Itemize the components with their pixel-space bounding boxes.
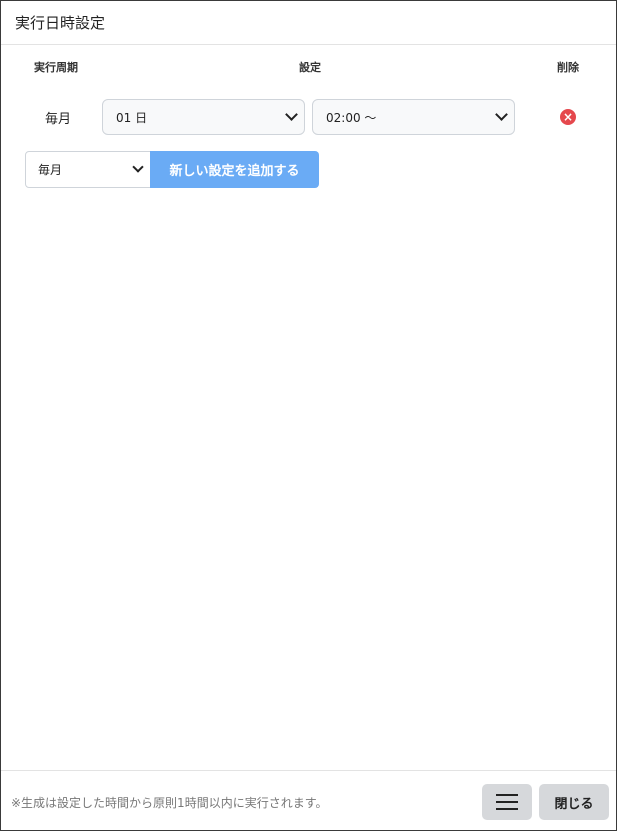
chevron-down-icon bbox=[132, 161, 144, 173]
header-period: 実行周期 bbox=[34, 61, 78, 74]
schedule-dialog: 実行日時設定 実行周期 設定 削除 毎月 01 日 02:00 ～ × 毎月 新… bbox=[0, 0, 617, 831]
header-delete: 削除 bbox=[557, 61, 579, 74]
day-select-value: 01 日 bbox=[116, 110, 148, 125]
dialog-header: 実行日時設定 bbox=[1, 1, 616, 45]
time-select-value: 02:00 ～ bbox=[326, 110, 377, 125]
header-setting: 設定 bbox=[299, 61, 321, 74]
new-period-select-value: 毎月 bbox=[38, 163, 63, 177]
chevron-down-icon bbox=[285, 108, 298, 121]
close-button[interactable]: 閉じる bbox=[539, 784, 609, 820]
table-row: 毎月 01 日 02:00 ～ × bbox=[1, 99, 616, 137]
dialog-footer: ※生成は設定した時間から原則1時間以内に実行されます。 閉じる bbox=[1, 770, 616, 831]
new-period-select[interactable]: 毎月 bbox=[25, 151, 151, 188]
dialog-title: 実行日時設定 bbox=[15, 14, 106, 32]
table-header: 実行周期 設定 削除 bbox=[1, 59, 616, 77]
close-circle-icon[interactable]: × bbox=[560, 109, 576, 125]
time-select[interactable]: 02:00 ～ bbox=[312, 99, 515, 135]
footer-note: ※生成は設定した時間から原則1時間以内に実行されます。 bbox=[11, 796, 328, 810]
add-setting-button[interactable]: 新しい設定を追加する bbox=[150, 151, 319, 188]
menu-button[interactable] bbox=[482, 784, 532, 820]
chevron-down-icon bbox=[495, 108, 508, 121]
row-period-label: 毎月 bbox=[45, 112, 72, 127]
hamburger-menu-icon bbox=[496, 794, 518, 796]
day-select[interactable]: 01 日 bbox=[102, 99, 305, 135]
